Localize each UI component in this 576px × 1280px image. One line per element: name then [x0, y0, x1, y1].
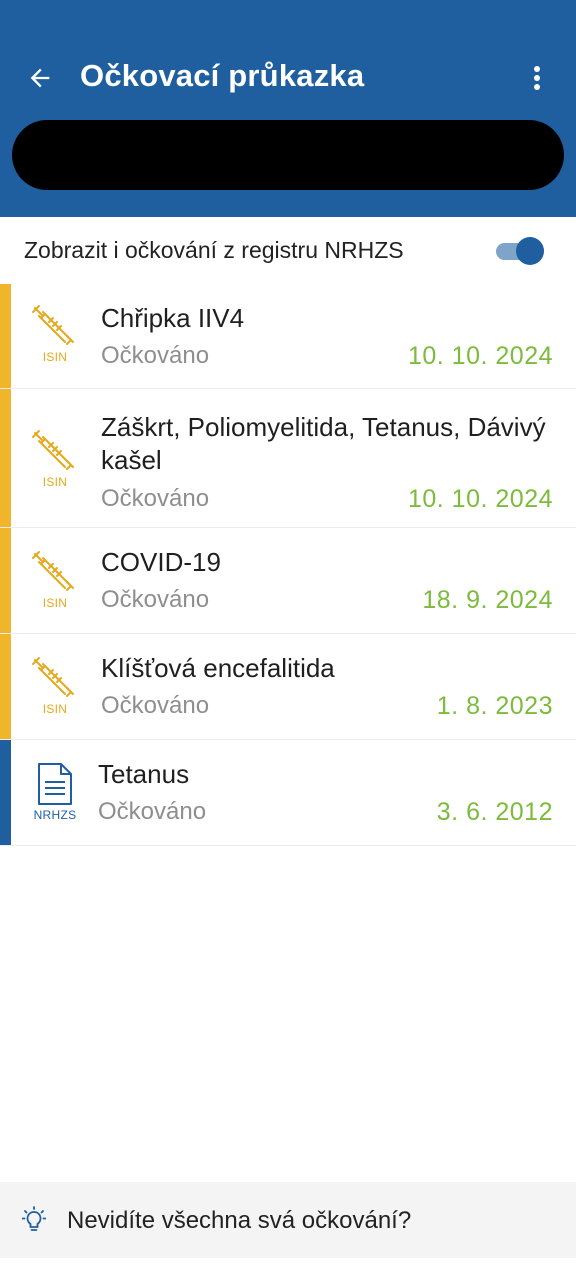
syringe-icon	[32, 657, 74, 697]
vaccination-date: 3. 6. 2012	[436, 798, 553, 826]
document-icon	[38, 763, 72, 805]
back-button[interactable]	[22, 60, 58, 96]
source-stripe-nrhzs	[0, 740, 11, 845]
nrhzs-toggle-row: Zobrazit i očkování z registru NRHZS	[0, 217, 576, 284]
vaccination-status: Očkováno	[101, 692, 210, 719]
source-label: NRHZS	[33, 808, 77, 822]
source-label: ISIN	[42, 475, 68, 489]
vaccination-card-screen: Očkovací průkazka Zobrazit i očkování z …	[0, 0, 576, 1280]
vaccination-date: 18. 9. 2024	[422, 586, 553, 614]
source-label: ISIN	[42, 702, 68, 716]
list-item[interactable]: ISIN Záškrt, Poliomyelitida, Tetanus, Dá…	[0, 389, 576, 528]
vaccination-date: 10. 10. 2024	[407, 485, 553, 513]
vaccine-name: Klíšťová encefalitida	[101, 653, 335, 683]
arrow-left-icon	[30, 68, 50, 88]
vaccine-name: Chřipka IIV4	[101, 303, 245, 333]
switch-knob	[516, 237, 544, 265]
list-item[interactable]: ISIN COVID-19 Očkováno 18. 9. 2024	[0, 528, 576, 634]
source-label: ISIN	[42, 596, 68, 610]
toggle-label: Zobrazit i očkování z registru NRHZS	[24, 237, 404, 263]
source-stripe-isin	[0, 284, 11, 388]
page-title: Očkovací průkazka	[80, 58, 365, 93]
source-stripe-isin	[0, 389, 11, 527]
banner-text: Nevidíte všechna svá očkování?	[67, 1207, 412, 1234]
vaccine-name: COVID-19	[101, 547, 221, 577]
bottom-edge	[0, 1258, 576, 1280]
item-icon-group: NRHZS	[24, 762, 86, 822]
source-stripe-isin	[0, 634, 11, 739]
item-icon-group: ISIN	[24, 550, 86, 610]
vaccine-name: Záškrt, Poliomyelitida, Tetanus, Dávivý …	[101, 412, 546, 475]
nrhzs-toggle-switch[interactable]	[496, 236, 546, 266]
missing-vaccinations-banner[interactable]: Nevidíte všechna svá očkování?	[0, 1182, 576, 1258]
vaccination-status: Očkováno	[98, 798, 207, 825]
more-options-button[interactable]	[520, 60, 554, 96]
vaccination-status: Očkováno	[101, 485, 210, 512]
syringe-icon	[32, 551, 74, 591]
vaccination-date: 10. 10. 2024	[407, 342, 553, 370]
syringe-icon	[32, 305, 74, 345]
list-item[interactable]: ISIN Chřipka IIV4 Očkováno 10. 10. 2024	[0, 284, 576, 389]
source-stripe-isin	[0, 528, 11, 633]
vaccine-name: Tetanus	[98, 759, 190, 789]
more-vertical-icon	[534, 66, 540, 90]
vaccination-status: Očkováno	[101, 586, 210, 613]
app-bar: Očkovací průkazka	[0, 0, 576, 217]
list-item[interactable]: NRHZS Tetanus Očkováno 3. 6. 2012	[0, 740, 576, 846]
lightbulb-icon	[22, 1206, 46, 1231]
item-icon-group: ISIN	[24, 656, 86, 716]
vaccination-status: Očkováno	[101, 342, 210, 369]
list-item[interactable]: ISIN Klíšťová encefalitida Očkováno 1. 8…	[0, 634, 576, 740]
item-icon-group: ISIN	[24, 429, 86, 489]
source-label: ISIN	[42, 350, 68, 364]
vaccination-date: 1. 8. 2023	[436, 692, 553, 720]
redacted-patient-info	[12, 120, 564, 190]
vaccination-list: ISIN Chřipka IIV4 Očkováno 10. 10. 2024 …	[0, 284, 576, 846]
syringe-icon	[32, 430, 74, 470]
item-icon-group: ISIN	[24, 304, 86, 364]
